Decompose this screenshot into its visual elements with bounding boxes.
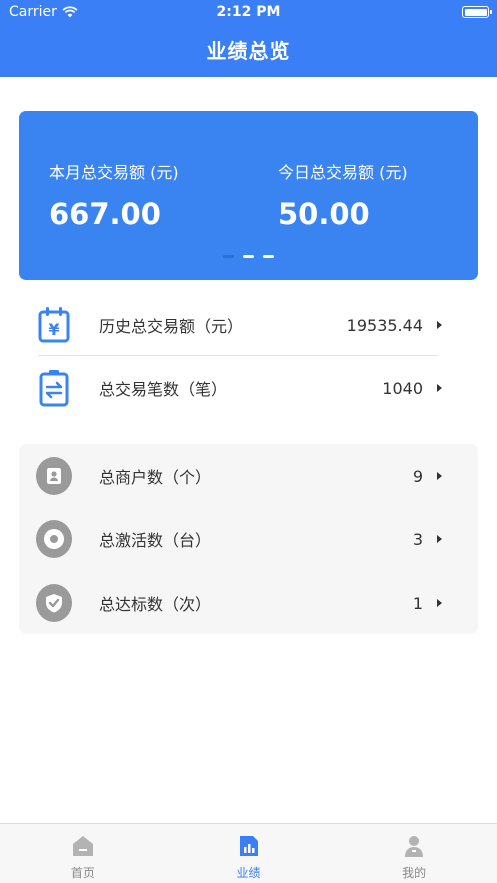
tab-performance[interactable]: 业绩 [166, 824, 332, 883]
tab-mine[interactable]: 我的 [331, 824, 497, 883]
calendar-yen-icon: ¥ [36, 305, 72, 345]
chart-icon [236, 833, 262, 859]
tab-performance-label: 业绩 [236, 866, 261, 880]
activation-count-value: 3 [412, 529, 423, 549]
chevron-right-icon [437, 472, 442, 480]
chevron-right-icon [437, 384, 442, 392]
tab-mine-label: 我的 [402, 866, 427, 880]
page-dot[interactable] [223, 255, 234, 258]
activation-count-row[interactable]: 总激活数（台） 3 [36, 509, 442, 569]
summary-card[interactable]: 本月总交易额 (元) 667.00 今日总交易额 (元) 50.00 [19, 111, 478, 280]
month-label: 本月总交易额 (元) [49, 163, 179, 182]
chevron-right-icon [437, 321, 442, 329]
page-dot[interactable] [243, 255, 254, 258]
home-icon [70, 833, 96, 859]
month-summary: 本月总交易额 (元) 667.00 [49, 159, 179, 231]
qualified-count-row[interactable]: 总达标数（次） 1 [36, 573, 442, 633]
merchant-count-row[interactable]: 总商户数（个） 9 [36, 446, 442, 506]
today-label: 今日总交易额 (元) [278, 163, 408, 182]
today-summary: 今日总交易额 (元) 50.00 [278, 159, 408, 231]
svg-text:¥: ¥ [48, 320, 59, 339]
chevron-right-icon [437, 535, 442, 543]
merchant-count-value: 9 [412, 466, 423, 486]
qualified-count-value: 1 [412, 593, 423, 613]
status-bar: Carrier 2:12 PM [0, 0, 497, 26]
screen: Carrier 2:12 PM 业绩总览 本月总交易额 (元) 667.00 今… [0, 0, 497, 883]
qualified-count-label: 总达标数（次） [99, 595, 212, 614]
divider [38, 355, 438, 356]
profile-icon [401, 833, 427, 859]
header: Carrier 2:12 PM 业绩总览 [0, 0, 497, 77]
activation-icon [36, 519, 72, 559]
chevron-right-icon [437, 599, 442, 607]
status-time: 2:12 PM [216, 4, 281, 20]
shield-check-icon [36, 583, 72, 623]
merchant-icon [36, 456, 72, 496]
activation-count-label: 总激活数（台） [99, 531, 212, 550]
page-dot[interactable] [263, 255, 274, 258]
transaction-count-value: 1040 [382, 378, 423, 398]
tab-home-label: 首页 [70, 866, 95, 880]
today-value: 50.00 [278, 197, 370, 231]
page-title: 业绩总览 [206, 39, 291, 63]
history-total-row[interactable]: ¥ 历史总交易额（元） 19535.44 [36, 295, 442, 355]
tab-home[interactable]: 首页 [0, 824, 166, 883]
transfer-battery-icon [36, 368, 72, 408]
history-total-value: 19535.44 [346, 315, 423, 335]
history-total-label: 历史总交易额（元） [99, 317, 244, 336]
page-indicator[interactable] [19, 255, 478, 258]
tab-bar: 首页 业绩 我的 [0, 823, 497, 883]
transaction-count-row[interactable]: 总交易笔数（笔） 1040 [36, 358, 442, 418]
merchant-count-label: 总商户数（个） [99, 468, 212, 487]
month-value: 667.00 [49, 197, 161, 231]
battery-icon [462, 6, 492, 18]
transaction-count-label: 总交易笔数（笔） [99, 380, 228, 399]
